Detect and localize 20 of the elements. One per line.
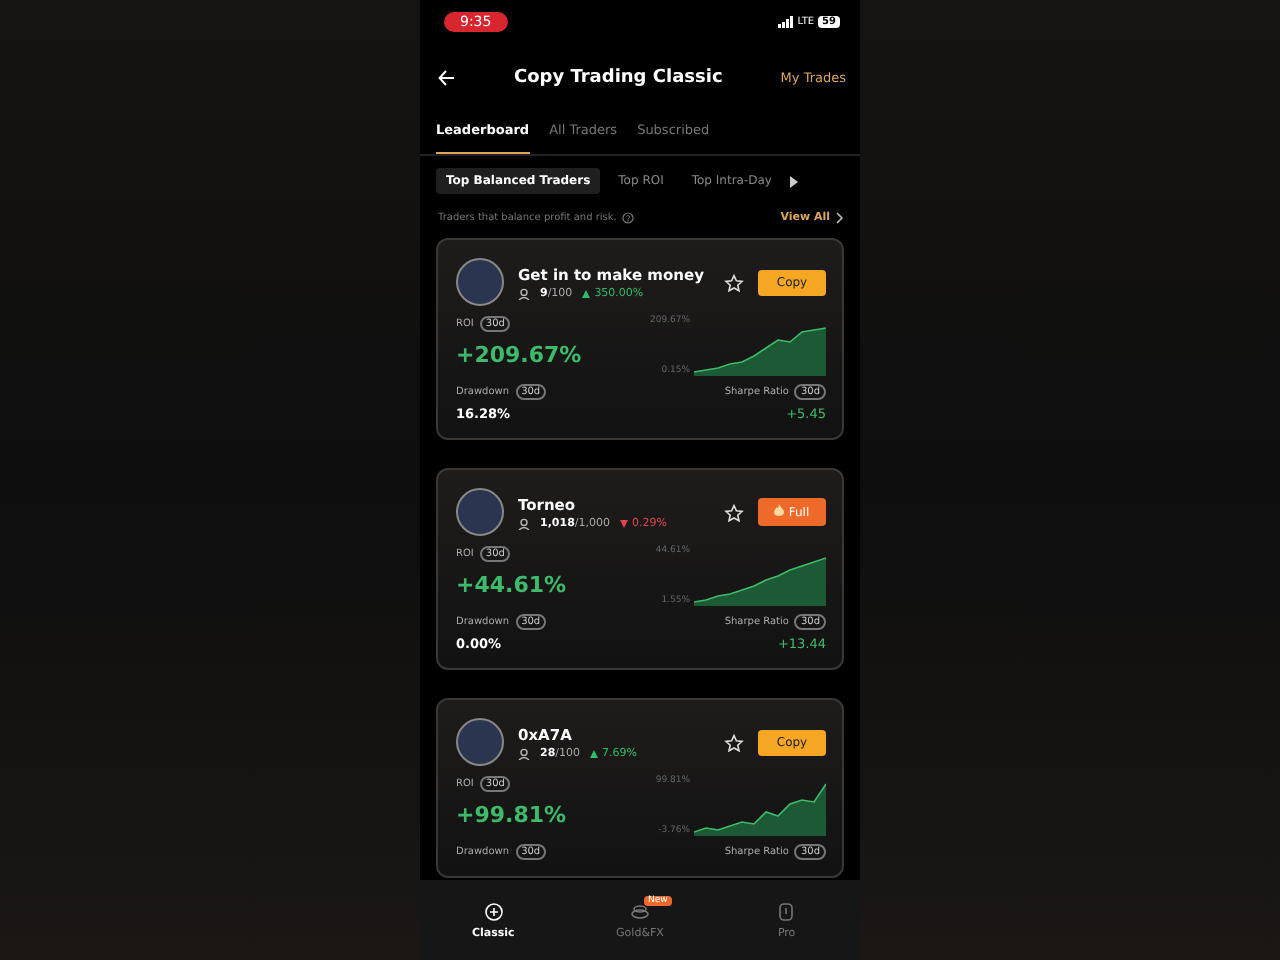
avatar-circle — [456, 258, 504, 306]
avatar-circle — [456, 718, 504, 766]
roi-value: +99.81% — [456, 802, 567, 828]
roi-value: +44.61% — [456, 572, 567, 598]
flame-icon — [774, 504, 785, 516]
chevron-right-icon — [836, 212, 844, 224]
user-icon — [518, 747, 530, 759]
avatar-circle — [456, 488, 504, 536]
star-icon — [724, 273, 744, 291]
star-icon — [724, 733, 744, 751]
more-arrow-icon — [789, 175, 798, 187]
signal-icon — [777, 16, 794, 28]
star-icon — [724, 503, 744, 521]
roi-value: +209.67% — [456, 342, 582, 368]
back-arrow-icon[interactable] — [438, 68, 456, 88]
coins-icon — [629, 901, 650, 921]
user-icon — [518, 287, 530, 299]
user-icon — [518, 517, 530, 529]
page-title: Copy Trading Classic — [511, 68, 725, 88]
help-icon — [622, 212, 635, 224]
